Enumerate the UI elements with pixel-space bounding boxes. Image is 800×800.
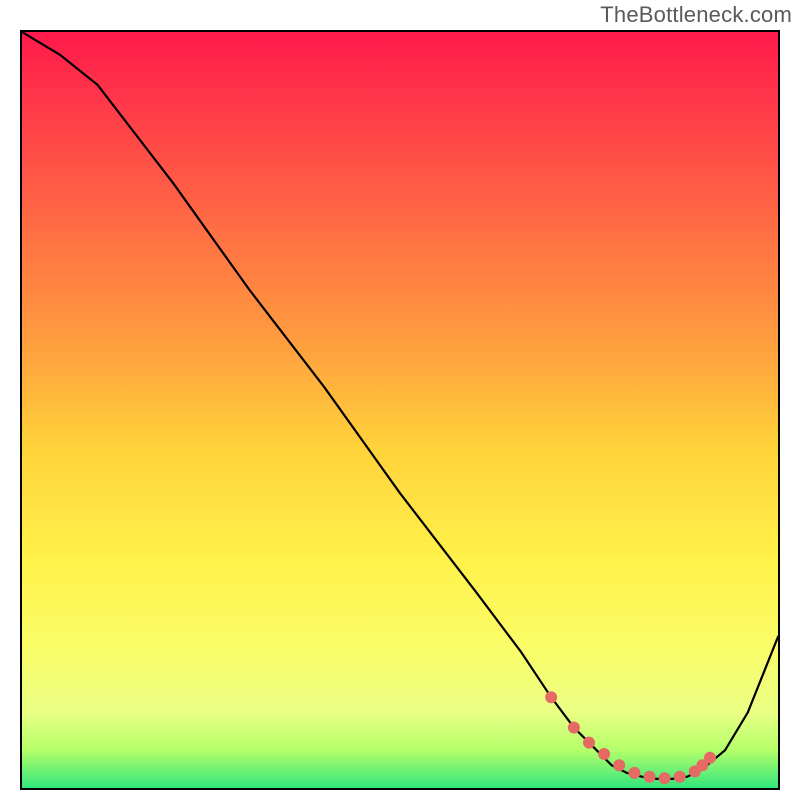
marker-dot xyxy=(583,737,595,749)
marker-dot xyxy=(704,752,716,764)
marker-dot xyxy=(545,691,557,703)
marker-dot xyxy=(659,772,671,784)
marker-dot xyxy=(568,722,580,734)
curve-layer xyxy=(22,32,778,788)
watermark-text: TheBottleneck.com xyxy=(600,2,792,28)
marker-dot xyxy=(674,771,686,783)
bottleneck-curve xyxy=(22,32,778,779)
marker-dot xyxy=(644,771,656,783)
plot-area xyxy=(20,30,780,790)
marker-dot xyxy=(613,759,625,771)
chart-container: TheBottleneck.com xyxy=(0,0,800,800)
marker-dot xyxy=(628,767,640,779)
marker-dot xyxy=(598,748,610,760)
optimal-range-dots xyxy=(545,691,716,784)
